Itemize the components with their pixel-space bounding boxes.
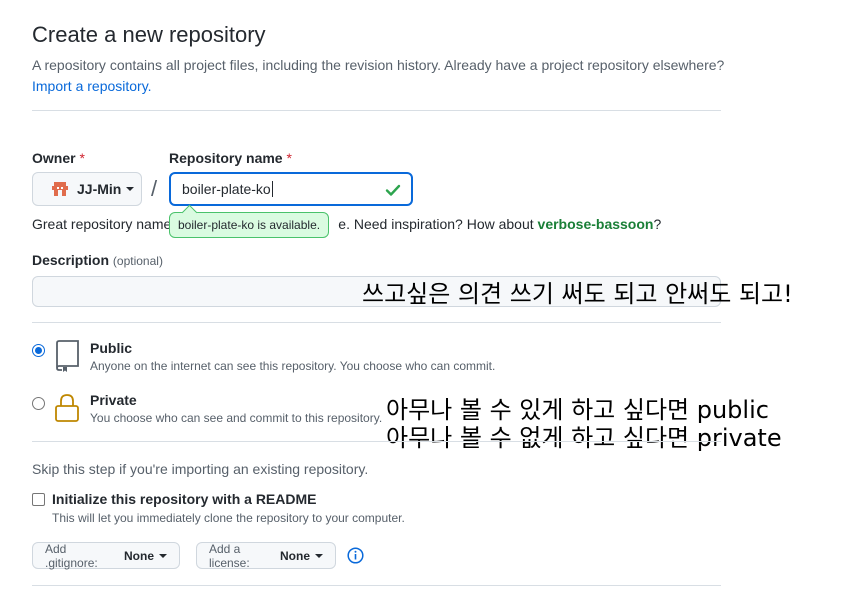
owner-repo-separator: / bbox=[151, 176, 158, 201]
owner-name: JJ-Min bbox=[77, 181, 122, 197]
page-subtitle: A repository contains all project files,… bbox=[32, 55, 732, 97]
public-title: Public bbox=[90, 340, 133, 356]
suggested-name-link[interactable]: verbose-bassoon bbox=[538, 216, 654, 232]
repository-name-hint: Great repository names e. Need inspiratio… bbox=[32, 216, 661, 232]
repository-name-input[interactable]: boiler-plate-ko bbox=[169, 172, 413, 206]
repository-name-label: Repository name * bbox=[169, 150, 292, 166]
owner-label: Owner * bbox=[32, 150, 85, 166]
hint-suffix: ? bbox=[653, 216, 662, 232]
subtitle-text: A repository contains all project files,… bbox=[32, 57, 725, 73]
skip-step-text: Skip this step if you're importing an ex… bbox=[32, 461, 369, 477]
divider bbox=[32, 441, 721, 442]
hint-prefix: Great repository names bbox=[32, 216, 179, 232]
gitignore-select-button[interactable]: Add .gitignore: None bbox=[32, 541, 180, 570]
public-radio[interactable] bbox=[32, 344, 45, 357]
readme-label[interactable]: Initialize this repository with a README bbox=[52, 491, 316, 507]
license-label: Add a license: bbox=[209, 541, 250, 570]
check-icon bbox=[385, 182, 401, 201]
page-title: Create a new repository bbox=[32, 22, 266, 47]
lock-icon bbox=[54, 392, 80, 429]
hint-middle: e. Need inspiration? How about bbox=[338, 216, 534, 232]
private-description: You choose who can see and commit to thi… bbox=[90, 411, 383, 425]
avatar-icon bbox=[51, 180, 69, 198]
description-label-text: Description bbox=[32, 252, 110, 268]
private-title: Private bbox=[90, 392, 137, 408]
repository-name-value: boiler-plate-ko bbox=[182, 181, 271, 197]
optional-marker: (optional) bbox=[112, 254, 163, 268]
chevron-down-icon bbox=[315, 553, 323, 558]
license-value: None bbox=[280, 548, 310, 563]
import-repository-link[interactable]: Import a repository. bbox=[32, 78, 152, 94]
readme-checkbox[interactable] bbox=[32, 493, 45, 506]
gitignore-value: None bbox=[124, 548, 154, 563]
required-marker: * bbox=[79, 150, 85, 166]
repository-name-label-text: Repository name bbox=[169, 150, 283, 166]
divider bbox=[32, 585, 721, 586]
text-cursor bbox=[271, 181, 273, 197]
public-description: Anyone on the internet can see this repo… bbox=[90, 359, 496, 373]
license-select-button[interactable]: Add a license: None bbox=[196, 541, 336, 570]
info-icon[interactable] bbox=[347, 547, 364, 569]
description-annotation: 쓰고싶은 의견 쓰기 써도 되고 안써도 되고! bbox=[362, 280, 793, 308]
divider bbox=[32, 322, 721, 323]
private-radio[interactable] bbox=[32, 397, 45, 410]
repo-public-icon bbox=[54, 340, 80, 377]
required-marker: * bbox=[286, 150, 292, 166]
visibility-annotation-private: 아무나 볼 수 없게 하고 싶다면 private bbox=[386, 424, 782, 452]
owner-label-text: Owner bbox=[32, 150, 76, 166]
owner-select-button[interactable]: JJ-Min bbox=[32, 172, 142, 206]
chevron-down-icon bbox=[159, 553, 167, 558]
readme-description: This will let you immediately clone the … bbox=[52, 511, 405, 525]
divider bbox=[32, 110, 721, 111]
availability-tooltip: boiler-plate-ko is available. bbox=[169, 212, 330, 238]
description-label: Description (optional) bbox=[32, 252, 163, 268]
gitignore-label: Add .gitignore: bbox=[45, 541, 98, 570]
chevron-down-icon bbox=[126, 187, 135, 191]
